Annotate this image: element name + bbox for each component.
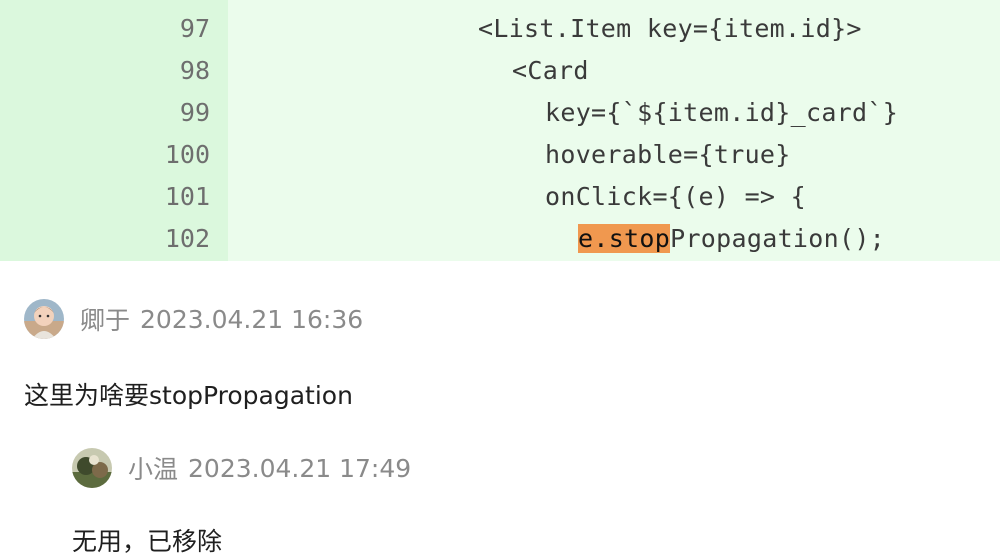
code-text: <List.Item key={item.id}> (478, 14, 862, 43)
code-text: e.stopPropagation(); (578, 218, 885, 260)
code-text: onClick={(e) => { (545, 182, 806, 211)
code-line: 102 e.stopPropagation(); (0, 218, 1000, 260)
code-line: 100 hoverable={true} (0, 134, 1000, 176)
photo-avatar[interactable] (72, 448, 112, 488)
code-text: <Card (512, 56, 589, 85)
search-highlight: e.stop (578, 224, 671, 253)
code-line: 98 <Card (0, 50, 1000, 92)
code-line: 99 key={`${item.id}_card`} (0, 92, 1000, 134)
reply-header: 小温 2023.04.21 17:49 (72, 446, 411, 490)
line-number: 102 (164, 224, 210, 253)
code-diff-block: 97 <List.Item key={item.id}> 98 <Card 99… (0, 0, 1000, 261)
line-number: 98 (179, 56, 210, 85)
reply-timestamp: 2023.04.21 17:49 (188, 453, 412, 483)
code-text: key={`${item.id}_card`} (545, 98, 899, 127)
line-number: 97 (179, 14, 210, 43)
comment-author[interactable]: 卿于 (80, 301, 130, 337)
comment-body: 这里为啥要stopPropagation (24, 381, 353, 410)
line-number: 100 (164, 140, 210, 169)
comment-header: 卿于 2023.04.21 16:36 (24, 297, 363, 341)
code-text-rest: Propagation(); (670, 224, 886, 253)
code-text: hoverable={true} (545, 140, 791, 169)
code-line: 97 <List.Item key={item.id}> (0, 8, 1000, 50)
comment-timestamp: 2023.04.21 16:36 (140, 304, 364, 334)
reply-body: 无用，已移除 (72, 527, 223, 556)
baby-photo-avatar[interactable] (24, 299, 64, 339)
line-number: 101 (164, 182, 210, 211)
reply-author[interactable]: 小温 (128, 450, 178, 486)
line-number: 99 (179, 98, 210, 127)
code-line: 101 onClick={(e) => { (0, 176, 1000, 218)
